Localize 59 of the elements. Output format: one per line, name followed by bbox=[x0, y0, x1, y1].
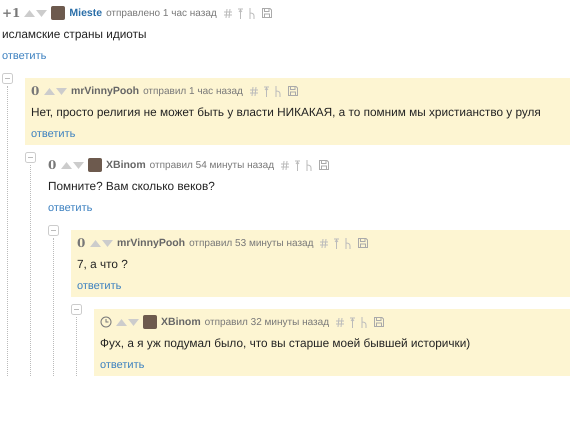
collapse-icon[interactable] bbox=[2, 73, 13, 84]
hash-icon[interactable] bbox=[336, 318, 344, 326]
reply-link[interactable]: ответить bbox=[100, 359, 144, 371]
save-icon[interactable] bbox=[319, 160, 330, 170]
rating-score: +1 bbox=[2, 6, 20, 20]
hash-icon[interactable] bbox=[320, 238, 328, 248]
comment-text: Помните? Вам сколько веков? bbox=[48, 178, 216, 194]
upvote-icon[interactable] bbox=[116, 318, 127, 326]
comment-text: исламские страны идиоты bbox=[2, 26, 148, 42]
hash-icon[interactable] bbox=[281, 160, 290, 170]
downvote-icon[interactable] bbox=[102, 240, 113, 246]
clock-icon bbox=[100, 316, 112, 328]
save-icon[interactable] bbox=[358, 238, 368, 248]
downvote-icon[interactable] bbox=[56, 88, 67, 94]
post-time: отправил 32 минуты назад bbox=[204, 316, 330, 328]
downvote-icon[interactable] bbox=[36, 10, 48, 16]
upvote-icon[interactable] bbox=[44, 88, 55, 94]
author-link[interactable]: Mieste bbox=[69, 7, 102, 19]
post-time: отправлено 1 час назад bbox=[106, 8, 217, 18]
downvote-icon[interactable] bbox=[73, 162, 84, 168]
arrow-up-icon[interactable] bbox=[238, 8, 243, 18]
hash-icon[interactable] bbox=[250, 86, 258, 96]
author-link[interactable]: mrVinnyPooh bbox=[71, 85, 140, 97]
author-link[interactable]: XBinom bbox=[161, 316, 201, 328]
branch-icon[interactable] bbox=[248, 8, 256, 18]
author-link[interactable]: mrVinnyPooh bbox=[117, 237, 186, 249]
collapse-icon[interactable] bbox=[25, 152, 36, 163]
hash-icon[interactable] bbox=[224, 8, 232, 18]
comment-text: Фух, а я уж подумал было, что вы старше моей бывшей исторички) bbox=[100, 335, 472, 351]
downvote-icon[interactable] bbox=[128, 318, 139, 326]
branch-icon[interactable] bbox=[306, 160, 314, 170]
post-time: отправил 54 минуты назад bbox=[150, 160, 274, 170]
upvote-icon[interactable] bbox=[90, 240, 101, 246]
save-icon[interactable] bbox=[262, 8, 272, 18]
upvote-icon[interactable] bbox=[24, 10, 36, 16]
collapse-icon[interactable] bbox=[71, 304, 82, 315]
rating-score: 0 bbox=[31, 84, 40, 98]
rating-score: 0 bbox=[48, 158, 57, 172]
branch-icon[interactable] bbox=[274, 86, 282, 96]
reply-link[interactable]: ответить bbox=[77, 280, 122, 292]
reply-link[interactable]: ответить bbox=[48, 202, 92, 214]
collapse-icon[interactable] bbox=[48, 225, 59, 236]
arrow-up-icon[interactable] bbox=[264, 86, 269, 96]
branch-icon[interactable] bbox=[345, 238, 352, 248]
reply-link[interactable]: ответить bbox=[31, 128, 76, 140]
author-link[interactable]: XBinom bbox=[106, 159, 146, 171]
reply-link[interactable]: ответить bbox=[2, 50, 46, 62]
comment-text: 7, а что ? bbox=[77, 256, 129, 272]
rating-score: 0 bbox=[77, 236, 86, 250]
post-time: отправил 1 час назад bbox=[143, 86, 243, 96]
arrow-up-icon[interactable] bbox=[295, 160, 300, 170]
arrow-up-icon[interactable] bbox=[334, 238, 340, 248]
post-time: отправил 53 минуты назад bbox=[189, 238, 314, 248]
save-icon[interactable] bbox=[374, 317, 384, 327]
comment-text: Нет, просто религия не может быть у власти НИКАКАЯ, а то помним мы христианство у руля bbox=[31, 104, 542, 120]
upvote-icon[interactable] bbox=[61, 162, 72, 168]
save-icon[interactable] bbox=[288, 86, 298, 96]
branch-icon[interactable] bbox=[361, 316, 368, 328]
arrow-up-icon[interactable] bbox=[350, 316, 356, 328]
